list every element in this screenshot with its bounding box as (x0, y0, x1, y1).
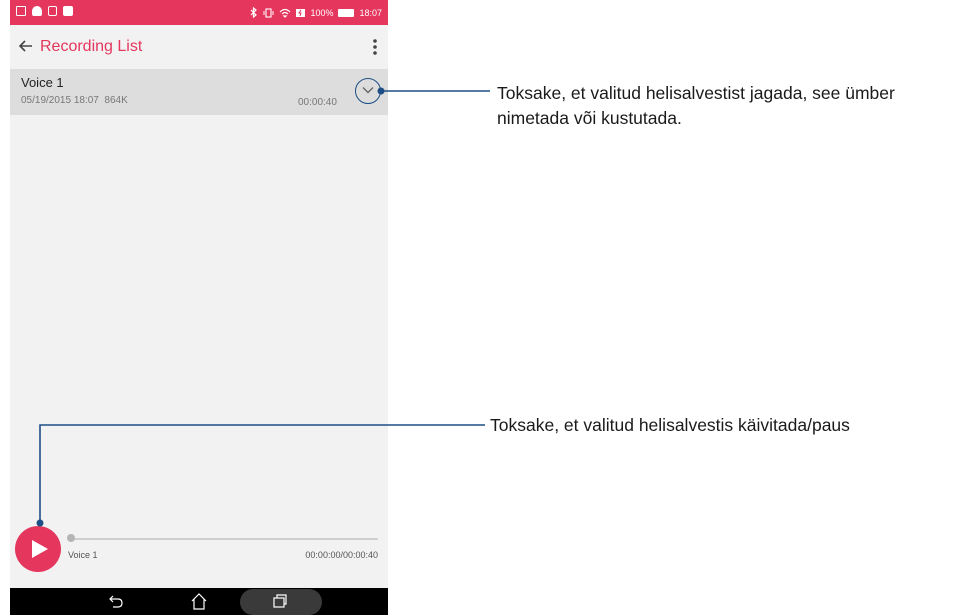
play-callout-text: Toksake, et valitud helisalvestis käivit… (490, 415, 850, 435)
play-leader-line (39, 424, 485, 523)
play-leader-dot (36, 519, 44, 527)
options-callout-text: Toksake, et valitud helisalvestist jagad… (497, 83, 895, 128)
options-leader-dot (377, 87, 385, 95)
